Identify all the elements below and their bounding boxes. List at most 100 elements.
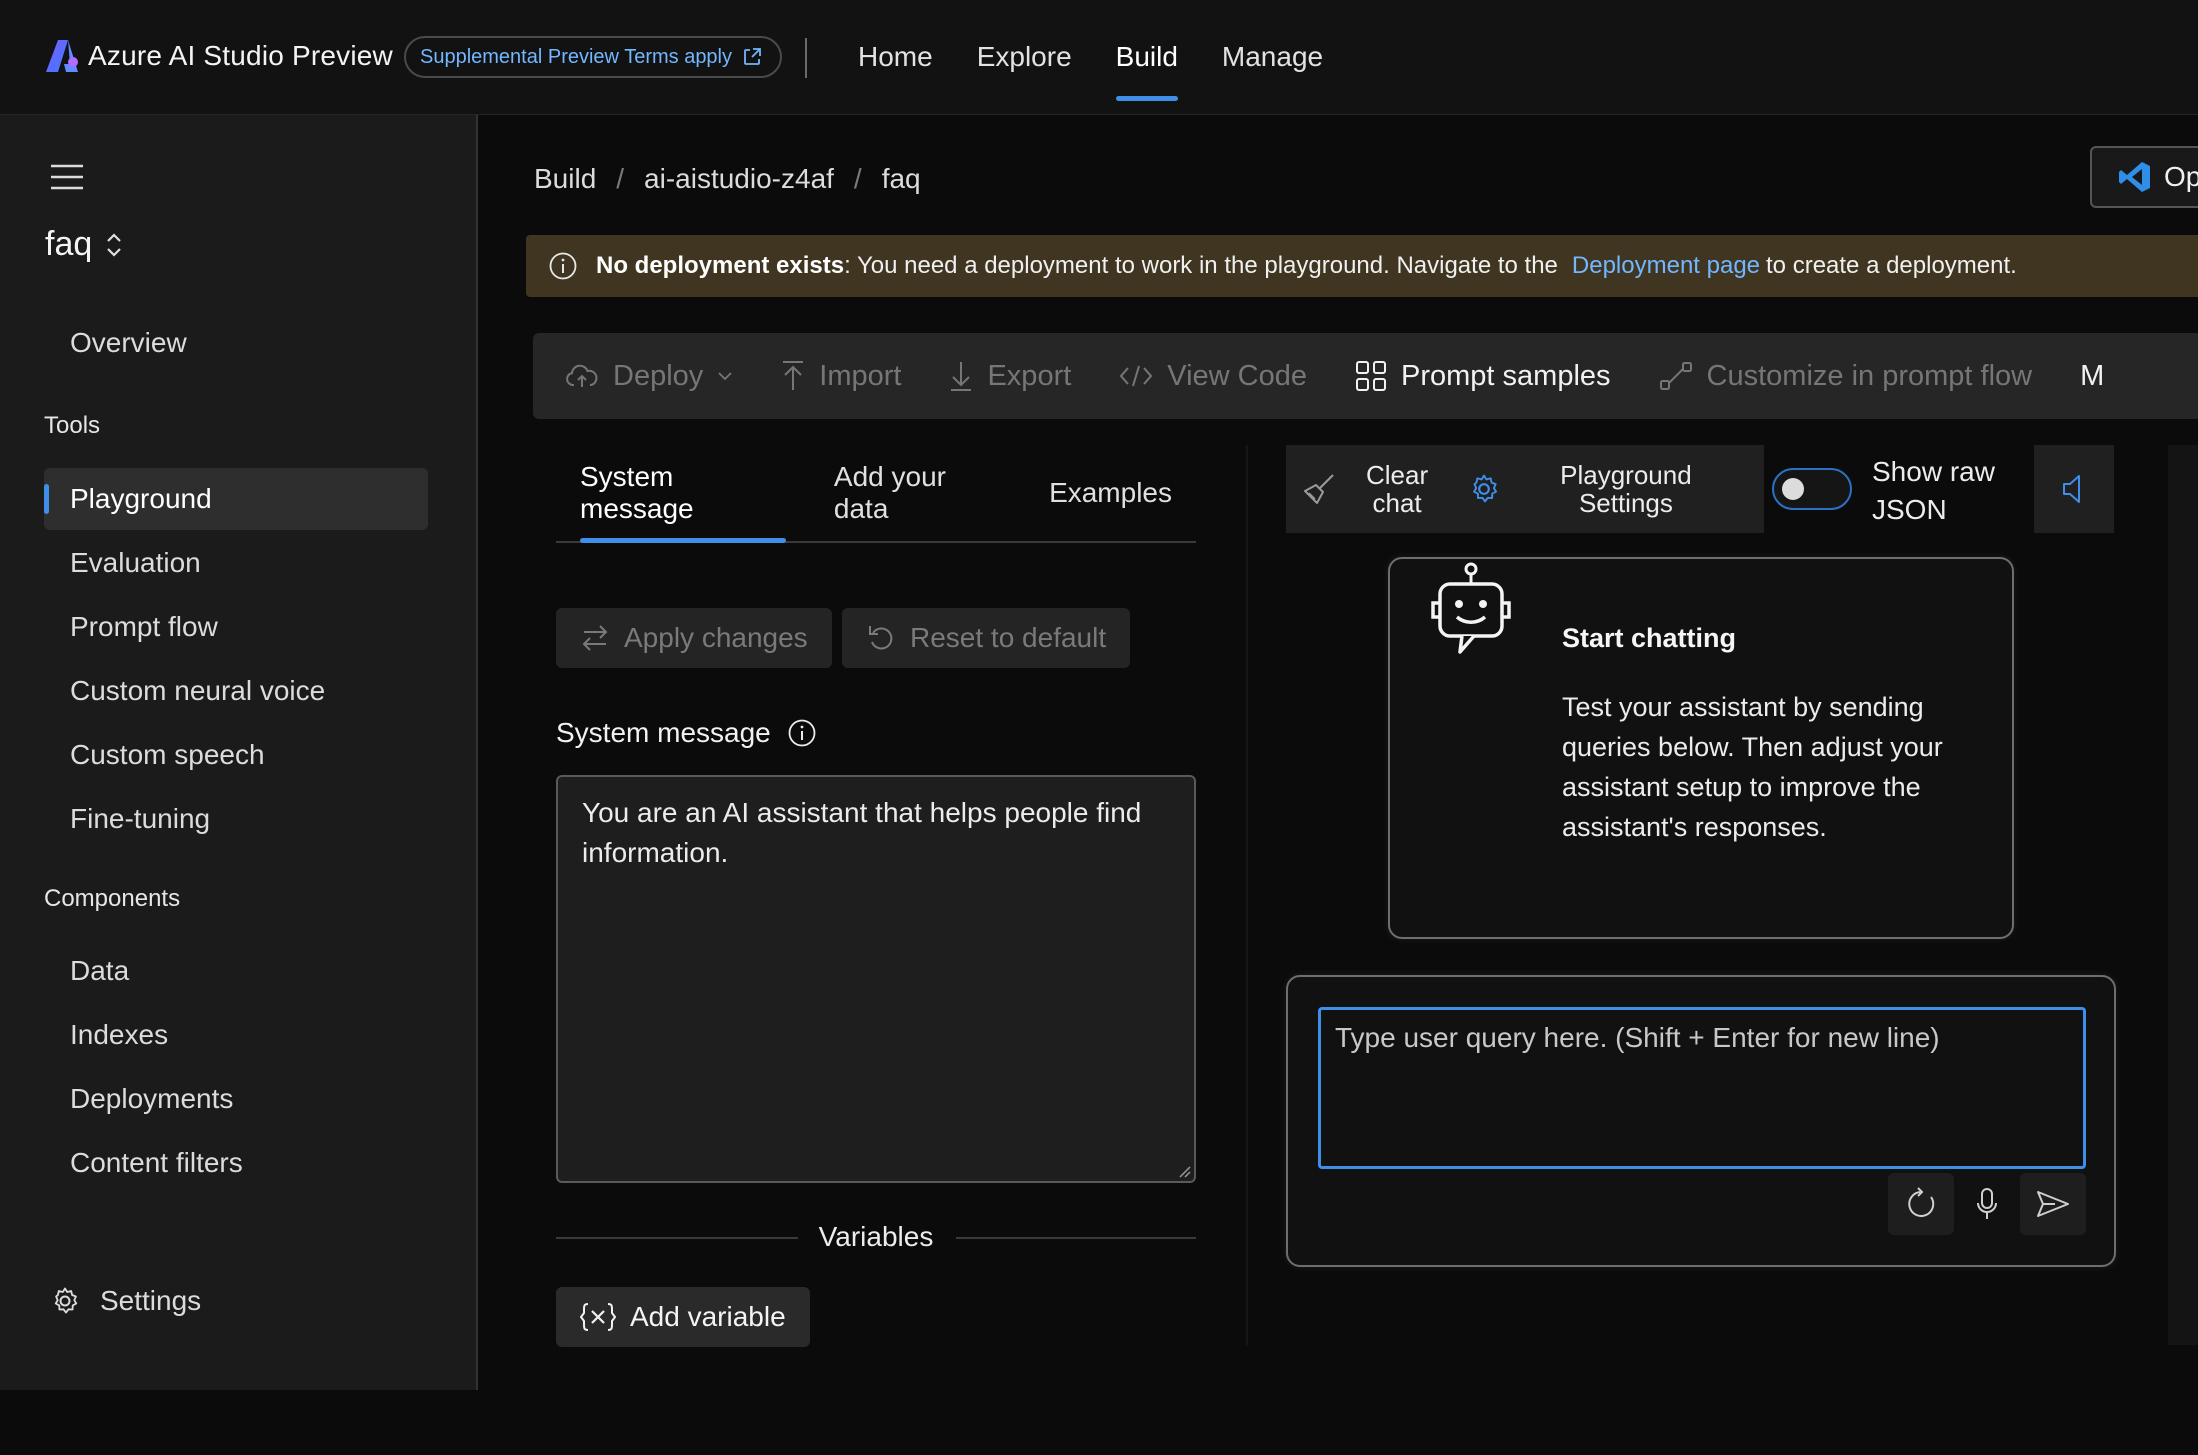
sidebar-item-custom-neural-voice[interactable]: Custom neural voice: [44, 660, 428, 722]
send-button[interactable]: [2020, 1173, 2086, 1235]
cloud-upload-icon: [565, 363, 599, 389]
sidebar-item-evaluation[interactable]: Evaluation: [44, 532, 428, 594]
playground-toolbar: Deploy Import Export View Code Prompt sa…: [533, 333, 2198, 419]
bot-icon: [1426, 561, 1516, 661]
microphone-button[interactable]: [1954, 1173, 2020, 1235]
view-code-button[interactable]: View Code: [1119, 360, 1307, 393]
preview-terms-link[interactable]: Supplemental Preview Terms apply: [404, 36, 783, 78]
nav-explore[interactable]: Explore: [955, 0, 1094, 114]
system-message-heading: System message: [556, 717, 817, 749]
customize-label: Customize in prompt flow: [1706, 359, 2033, 392]
setup-tabs: System message Add your data Examples: [556, 445, 1196, 543]
chat-query-input[interactable]: Type user query here. (Shift + Enter for…: [1318, 1007, 2086, 1169]
playground-settings-line1: Playground: [1560, 460, 1692, 490]
deployment-page-link[interactable]: Deployment page: [1572, 252, 1760, 280]
top-bar: Azure AI Studio Preview Supplemental Pre…: [0, 0, 2198, 115]
gear-icon: [50, 1286, 80, 1316]
nav-home[interactable]: Home: [836, 0, 955, 114]
export-label: Export: [987, 359, 1072, 392]
nav-manage[interactable]: Manage: [1200, 0, 1345, 114]
flow-icon: [1659, 361, 1693, 391]
resize-grip-icon[interactable]: [1177, 1164, 1191, 1178]
reset-to-default-button[interactable]: Reset to default: [842, 608, 1131, 668]
add-variable-button[interactable]: Add variable: [556, 1287, 810, 1347]
apply-changes-button[interactable]: Apply changes: [556, 608, 832, 668]
gear-icon: [1468, 473, 1500, 505]
sidebar-item-settings[interactable]: Settings: [50, 1285, 201, 1317]
sidebar-item-deployments[interactable]: Deployments: [44, 1068, 428, 1130]
speaker-button[interactable]: [2034, 445, 2114, 533]
chevron-down-icon: [717, 371, 733, 381]
sidebar-item-prompt-flow[interactable]: Prompt flow: [44, 596, 428, 658]
info-icon[interactable]: [787, 718, 817, 748]
sidebar-item-fine-tuning[interactable]: Fine-tuning: [44, 788, 428, 850]
tab-system-message[interactable]: System message: [556, 445, 810, 543]
start-chatting-title: Start chatting: [1562, 623, 1737, 653]
clear-chat-line2: chat: [1372, 488, 1422, 518]
clear-chat-button[interactable]: Clear chat: [1302, 461, 1428, 517]
components-heading: Components: [44, 885, 181, 912]
clear-chat-label: Clear chat: [1366, 461, 1428, 517]
broom-icon: [1302, 472, 1336, 506]
azure-ai-logo-icon: [44, 38, 80, 74]
deploy-button[interactable]: Deploy: [565, 360, 733, 393]
upload-icon: [781, 360, 805, 392]
prompt-samples-label: Prompt samples: [1401, 359, 1611, 392]
add-variable-label: Add variable: [630, 1301, 786, 1332]
nav-build[interactable]: Build: [1094, 0, 1200, 114]
chat-panel: Clear chat Playground Settings Show raw …: [1286, 445, 2176, 1405]
info-icon: [548, 251, 578, 281]
sidebar-item-indexes[interactable]: Indexes: [44, 1004, 428, 1066]
main-content: Build / ai-aistudio-z4af / faq Op No dep…: [478, 115, 2198, 1390]
warning-text: : You need a deployment to work in the p…: [844, 252, 1558, 279]
breadcrumb-project[interactable]: ai-aistudio-z4af: [644, 163, 834, 195]
panel-splitter[interactable]: [1246, 445, 1248, 1345]
tab-examples[interactable]: Examples: [1025, 445, 1196, 541]
system-message-label: System message: [556, 717, 771, 748]
project-selector[interactable]: faq: [45, 225, 124, 264]
sidebar: faq Overview Tools Playground Evaluation…: [0, 115, 478, 1390]
no-deployment-warning: No deployment exists : You need a deploy…: [526, 235, 2198, 297]
breadcrumb-current: faq: [881, 163, 921, 194]
start-chatting-card: Start chatting Test your assistant by se…: [1388, 557, 2014, 939]
show-raw-json-toggle[interactable]: [1772, 468, 1852, 510]
more-button[interactable]: M: [2080, 360, 2104, 393]
swap-arrows-icon: [580, 624, 610, 652]
import-label: Import: [819, 359, 902, 392]
top-nav: Home Explore Build Manage: [836, 0, 1345, 114]
breadcrumb-separator: /: [853, 163, 862, 194]
chat-input-container: Type user query here. (Shift + Enter for…: [1286, 975, 2116, 1267]
prompt-samples-button[interactable]: Prompt samples: [1355, 360, 1611, 393]
hamburger-menu-icon[interactable]: [50, 163, 84, 191]
sidebar-item-data[interactable]: Data: [44, 940, 428, 1002]
regenerate-button[interactable]: [1888, 1173, 1954, 1235]
customize-prompt-flow-button[interactable]: Customize in prompt flow: [1659, 359, 2033, 393]
vscode-icon: [2118, 160, 2152, 194]
send-icon: [2036, 1189, 2070, 1219]
open-in-vscode-button[interactable]: Op: [2090, 146, 2198, 208]
warning-suffix: to create a deployment.: [1766, 252, 2017, 279]
view-code-label: View Code: [1167, 359, 1308, 392]
more-label: M: [2080, 359, 2105, 392]
system-message-textarea[interactable]: You are an AI assistant that helps peopl…: [556, 775, 1196, 1183]
sidebar-item-custom-speech[interactable]: Custom speech: [44, 724, 428, 786]
sidebar-item-overview[interactable]: Overview: [44, 312, 428, 374]
playground-settings-button[interactable]: Playground Settings: [1468, 461, 1692, 517]
right-panel-edge: [2168, 445, 2198, 1345]
sidebar-item-content-filters[interactable]: Content filters: [44, 1132, 428, 1194]
code-icon: [1119, 364, 1153, 388]
chevron-up-down-icon: [104, 231, 124, 259]
project-name: faq: [45, 225, 93, 263]
reset-label: Reset to default: [910, 622, 1107, 653]
playground-settings-label: Playground Settings: [1560, 461, 1692, 517]
vscode-button-label: Op: [2164, 161, 2198, 192]
sidebar-item-playground[interactable]: Playground: [44, 468, 428, 530]
tab-add-your-data[interactable]: Add your data: [810, 445, 1025, 541]
export-button[interactable]: Export: [949, 360, 1071, 393]
external-link-icon: [742, 47, 762, 67]
breadcrumb-build[interactable]: Build: [534, 163, 596, 195]
warning-title: No deployment exists: [596, 252, 845, 279]
clear-chat-line1: Clear: [1366, 460, 1429, 490]
grid-icon: [1355, 360, 1387, 392]
import-button[interactable]: Import: [781, 360, 901, 393]
